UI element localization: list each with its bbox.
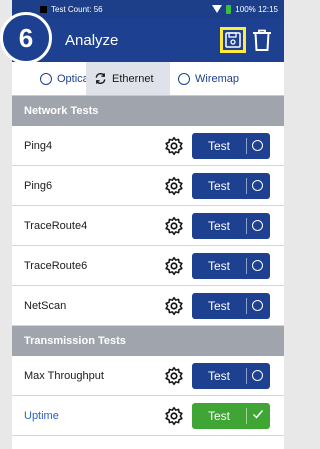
- test-name: NetScan: [24, 299, 67, 312]
- gear-icon[interactable]: [164, 256, 184, 276]
- separator: [246, 138, 247, 154]
- test-button[interactable]: Test: [192, 213, 270, 239]
- gear-icon[interactable]: [164, 216, 184, 236]
- gear-icon[interactable]: [164, 296, 184, 316]
- step-badge: 6: [0, 12, 52, 64]
- test-name: Uptime: [24, 409, 59, 422]
- tab-label: Ethernet: [112, 72, 154, 85]
- test-name: TraceRoute4: [24, 219, 88, 232]
- gear-icon[interactable]: [164, 406, 184, 426]
- section-header: Network Tests: [12, 96, 284, 126]
- test-button-label: Test: [208, 139, 231, 153]
- separator: [246, 408, 247, 424]
- tab-label: Wiremap: [195, 72, 240, 85]
- test-button-label: Test: [208, 219, 231, 233]
- status-idle-icon: [252, 260, 263, 271]
- test-row-ping4: Ping4 Test: [12, 126, 284, 166]
- test-row-max-throughput: Max Throughput Test: [12, 356, 284, 396]
- test-button-label: Test: [208, 259, 231, 273]
- gear-icon[interactable]: [164, 176, 184, 196]
- separator: [246, 368, 247, 384]
- status-idle-icon: [252, 300, 263, 311]
- wifi-icon: [212, 5, 223, 13]
- radio-icon: [178, 72, 190, 85]
- list-bottom: [12, 436, 284, 449]
- gear-icon[interactable]: [164, 136, 184, 156]
- delete-button[interactable]: [251, 28, 273, 52]
- test-button-label: Test: [208, 179, 231, 193]
- refresh-icon: [95, 72, 106, 85]
- test-button[interactable]: Test: [192, 253, 270, 279]
- test-row-ping6: Ping6 Test: [12, 166, 284, 206]
- trash-icon: [253, 29, 271, 51]
- test-button[interactable]: Test: [192, 173, 270, 199]
- battery-icon: [226, 4, 232, 14]
- separator: [246, 178, 247, 194]
- status-idle-icon: [252, 140, 263, 151]
- phone-screen: Test Count: 56 100% 12:15 Analyze Optica…: [12, 0, 284, 449]
- tab-ethernet[interactable]: Ethernet: [86, 62, 170, 95]
- status-idle-icon: [252, 370, 263, 381]
- test-name: Ping6: [24, 179, 53, 192]
- test-name: Max Throughput: [24, 369, 104, 382]
- separator: [246, 298, 247, 314]
- separator: [246, 258, 247, 274]
- test-row-uptime: Uptime Test: [12, 396, 284, 436]
- gear-icon[interactable]: [164, 366, 184, 386]
- check-icon: [252, 410, 264, 419]
- save-icon: [225, 32, 241, 48]
- test-button-label: Test: [208, 409, 231, 423]
- page-title: Analyze: [65, 31, 119, 49]
- app-bar: Analyze: [12, 18, 284, 62]
- test-row-traceroute4: TraceRoute4 Test: [12, 206, 284, 246]
- separator: [246, 218, 247, 234]
- status-idle-icon: [252, 180, 263, 191]
- tab-wiremap[interactable]: Wiremap: [170, 62, 270, 95]
- test-button[interactable]: Test: [192, 363, 270, 389]
- test-type-tabs: Optical Ethernet Wiremap: [12, 62, 284, 96]
- status-square-icon: [40, 5, 47, 13]
- tab-optical[interactable]: Optical: [12, 62, 91, 95]
- test-count: Test Count: 56: [51, 4, 103, 14]
- test-button[interactable]: Test: [192, 293, 270, 319]
- test-button-label: Test: [208, 299, 231, 313]
- test-name: Ping4: [24, 139, 53, 152]
- save-button[interactable]: [220, 27, 246, 53]
- test-button-label: Test: [208, 369, 231, 383]
- test-row-netscan: NetScan Test: [12, 286, 284, 326]
- test-button[interactable]: Test: [192, 403, 270, 429]
- test-button[interactable]: Test: [192, 133, 270, 159]
- status-bar: Test Count: 56 100% 12:15: [12, 0, 284, 18]
- test-row-traceroute6: TraceRoute6 Test: [12, 246, 284, 286]
- test-name: TraceRoute6: [24, 259, 88, 272]
- status-idle-icon: [252, 220, 263, 231]
- battery-time: 100% 12:15: [235, 4, 278, 14]
- section-header: Transmission Tests: [12, 326, 284, 356]
- radio-icon: [40, 72, 52, 85]
